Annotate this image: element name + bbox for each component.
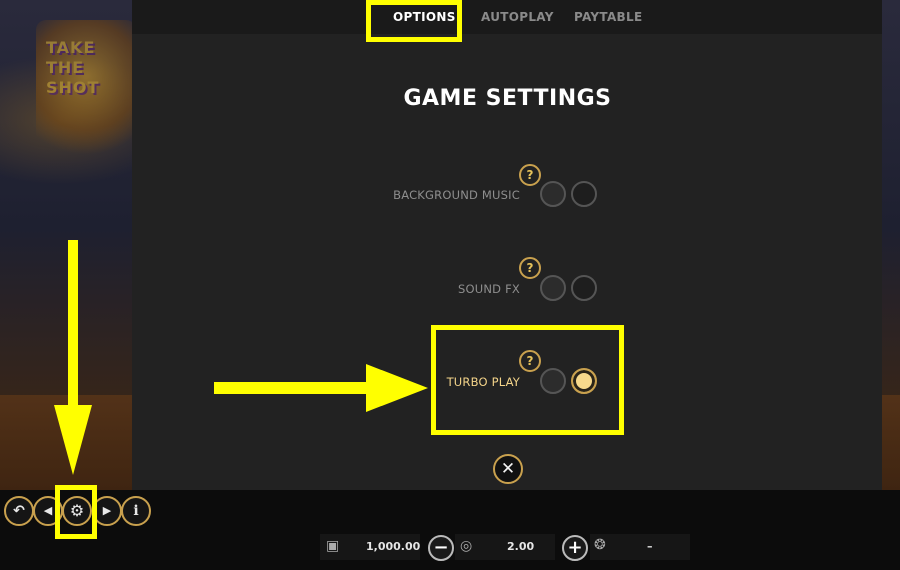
bet-value: 2.00	[507, 540, 535, 553]
game-logo-text: TAKE THE SHOT	[46, 38, 100, 97]
tab-autoplay[interactable]: AUTOPLAY	[481, 10, 554, 24]
sound-fx-on-toggle[interactable]	[571, 275, 597, 301]
background-music-label: BACKGROUND MUSIC	[393, 188, 520, 202]
balance-value: 1,000.00	[366, 540, 421, 553]
win-value: –	[647, 540, 653, 553]
down-arrow-icon	[54, 405, 92, 475]
award-icon: ❂	[594, 537, 606, 553]
close-button[interactable]: ✕	[493, 454, 523, 484]
background-music-on-toggle[interactable]	[571, 181, 597, 207]
back-icon[interactable]: ↶	[4, 496, 34, 526]
sound-fx-off-toggle[interactable]	[540, 275, 566, 301]
wallet-icon: ▣	[326, 538, 340, 554]
help-icon-background-music[interactable]: ?	[519, 164, 541, 186]
right-arrow-icon	[366, 364, 428, 412]
increase-bet-button[interactable]: +	[562, 535, 588, 561]
turbo-play-highlight	[431, 325, 624, 435]
settings-button-highlight	[55, 485, 97, 539]
tab-paytable[interactable]: PAYTABLE	[574, 10, 642, 24]
coins-icon: ◎	[460, 538, 473, 554]
info-icon[interactable]: i	[121, 496, 151, 526]
sound-fx-label: SOUND FX	[458, 282, 520, 296]
game-logo: TAKE THE SHOT	[36, 20, 136, 160]
down-arrow-shaft	[68, 240, 78, 410]
page-title: GAME SETTINGS	[403, 86, 612, 111]
decrease-bet-button[interactable]: −	[428, 535, 454, 561]
options-tab-highlight	[366, 0, 462, 42]
right-arrow-shaft	[214, 382, 374, 394]
help-icon-sound-fx[interactable]: ?	[519, 257, 541, 279]
background-music-off-toggle[interactable]	[540, 181, 566, 207]
